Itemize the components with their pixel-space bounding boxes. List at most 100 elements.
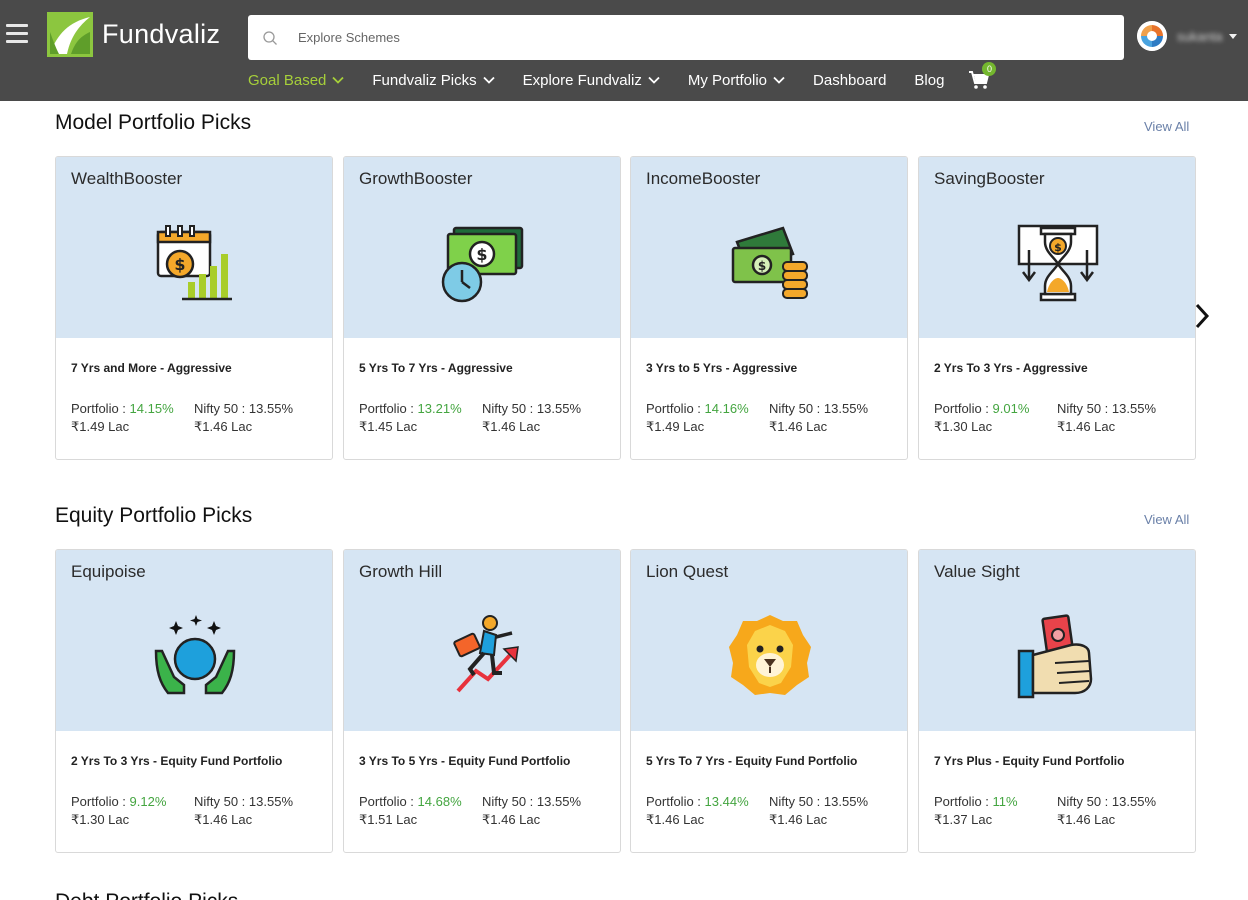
portfolio-stat: Portfolio : 14.68% ₹1.51 Lac bbox=[359, 793, 462, 829]
portfolio-return: 9.12% bbox=[129, 794, 167, 809]
nifty-value: ₹1.46 Lac bbox=[1057, 419, 1116, 434]
card-header: Lion Quest bbox=[631, 550, 907, 731]
portfolio-value: ₹1.51 Lac bbox=[359, 812, 418, 827]
nav-dashboard[interactable]: Dashboard bbox=[813, 72, 886, 89]
portfolio-label: Portfolio : bbox=[646, 401, 705, 416]
card-header: Growth Hill bbox=[344, 550, 620, 731]
card-subtitle: 5 Yrs To 7 Yrs - Aggressive bbox=[359, 361, 513, 375]
portfolio-return: 13.21% bbox=[417, 401, 462, 416]
main-nav: Goal Based Fundvaliz Picks Explore Fundv… bbox=[248, 62, 997, 92]
nav-fundvaliz-picks[interactable]: Fundvaliz Picks bbox=[372, 72, 495, 89]
nifty-value: ₹1.46 Lac bbox=[482, 812, 541, 827]
nifty-return: Nifty 50 : 13.55% bbox=[1057, 401, 1156, 416]
portfolio-return: 13.44% bbox=[704, 794, 749, 809]
nifty-value: ₹1.46 Lac bbox=[194, 812, 253, 827]
svg-text:$: $ bbox=[174, 255, 185, 274]
portfolio-label: Portfolio : bbox=[71, 401, 130, 416]
nifty-stat: Nifty 50 : 13.55% ₹1.46 Lac bbox=[1057, 793, 1156, 829]
portfolio-stat: Portfolio : 9.01% ₹1.30 Lac bbox=[934, 400, 1029, 436]
view-all-model-link[interactable]: View All bbox=[1144, 119, 1189, 134]
cash-coins-icon: $ bbox=[731, 226, 808, 299]
card-title: Growth Hill bbox=[359, 562, 443, 581]
portfolio-card-savingbooster[interactable]: SavingBooster $ 2 Yrs To 3 Yrs - Aggress… bbox=[918, 156, 1196, 460]
brand-logo[interactable]: Fundvaliz bbox=[47, 12, 220, 57]
nifty-return: Nifty 50 : 13.55% bbox=[482, 401, 581, 416]
portfolio-card-growthbooster[interactable]: GrowthBooster $ 5 Yrs To 7 Yrs - Aggress… bbox=[343, 156, 621, 460]
search-bar[interactable] bbox=[248, 15, 1124, 60]
portfolio-return: 14.15% bbox=[129, 401, 174, 416]
portfolio-label: Portfolio : bbox=[646, 794, 705, 809]
card-title: WealthBooster bbox=[71, 169, 183, 188]
nifty-return: Nifty 50 : 13.55% bbox=[769, 794, 868, 809]
search-input[interactable] bbox=[298, 30, 1078, 45]
user-menu[interactable]: sukanta bbox=[1137, 21, 1237, 51]
caret-down-icon bbox=[1228, 33, 1237, 39]
portfolio-value: ₹1.46 Lac bbox=[646, 812, 705, 827]
portfolio-value: ₹1.30 Lac bbox=[71, 812, 130, 827]
portfolio-stat: Portfolio : 14.15% ₹1.49 Lac bbox=[71, 400, 174, 436]
portfolio-label: Portfolio : bbox=[934, 794, 993, 809]
section-title-model-portfolio: Model Portfolio Picks bbox=[55, 111, 252, 134]
nifty-stat: Nifty 50 : 13.55% ₹1.46 Lac bbox=[769, 400, 868, 436]
nifty-stat: Nifty 50 : 13.55% ₹1.46 Lac bbox=[1057, 400, 1156, 436]
card-subtitle: 3 Yrs to 5 Yrs - Aggressive bbox=[646, 361, 798, 375]
nav-explore-fundvaliz[interactable]: Explore Fundvaliz bbox=[523, 72, 660, 89]
cart-count-badge: 0 bbox=[982, 62, 997, 76]
nav-label: Goal Based bbox=[248, 71, 327, 89]
section-title-equity-portfolio: Equity Portfolio Picks bbox=[55, 504, 253, 527]
hamburger-menu-icon[interactable] bbox=[6, 24, 28, 44]
svg-text:$: $ bbox=[476, 245, 487, 264]
card-header: Equipoise bbox=[56, 550, 332, 731]
money-clock-icon: $ bbox=[441, 226, 524, 303]
user-avatar-icon bbox=[1137, 21, 1167, 51]
card-header: IncomeBooster $ bbox=[631, 157, 907, 338]
portfolio-value: ₹1.49 Lac bbox=[646, 419, 705, 434]
nav-goal-based[interactable]: Goal Based bbox=[248, 71, 345, 89]
portfolio-return: 11% bbox=[992, 794, 1018, 809]
portfolio-card-growth-hill[interactable]: Growth Hill 3 Yrs To 5 Yrs - Equity Fund… bbox=[343, 549, 621, 853]
portfolio-value: ₹1.49 Lac bbox=[71, 419, 130, 434]
portfolio-card-lion-quest[interactable]: Lion Quest 5 Yrs To 7 Yrs - Equity Fund … bbox=[630, 549, 908, 853]
portfolio-label: Portfolio : bbox=[359, 794, 418, 809]
nifty-stat: Nifty 50 : 13.55% ₹1.46 Lac bbox=[482, 400, 581, 436]
carousel-next-icon[interactable] bbox=[1193, 302, 1211, 330]
portfolio-card-equipoise[interactable]: Equipoise 2 Yrs To 3 Yrs - Equity Fund P… bbox=[55, 549, 333, 853]
fundvaliz-logo-icon bbox=[47, 12, 93, 57]
portfolio-card-incomebooster[interactable]: IncomeBooster $ 3 Yrs to 5 Yrs - Aggress… bbox=[630, 156, 908, 460]
view-all-equity-link[interactable]: View All bbox=[1144, 512, 1189, 527]
hands-globe-icon bbox=[154, 615, 236, 695]
portfolio-value: ₹1.37 Lac bbox=[934, 812, 993, 827]
user-name: sukanta bbox=[1177, 28, 1223, 44]
portfolio-label: Portfolio : bbox=[934, 401, 993, 416]
portfolio-card-wealthbooster[interactable]: WealthBooster $ 7 Yrs and More - Aggress… bbox=[55, 156, 333, 460]
card-subtitle: 2 Yrs To 3 Yrs - Aggressive bbox=[934, 361, 1088, 375]
nifty-value: ₹1.46 Lac bbox=[769, 419, 828, 434]
card-title: IncomeBooster bbox=[646, 169, 761, 188]
portfolio-label: Portfolio : bbox=[71, 794, 130, 809]
card-subtitle: 3 Yrs To 5 Yrs - Equity Fund Portfolio bbox=[359, 754, 571, 768]
portfolio-stat: Portfolio : 9.12% ₹1.30 Lac bbox=[71, 793, 166, 829]
nav-blog[interactable]: Blog bbox=[914, 72, 944, 89]
nifty-value: ₹1.46 Lac bbox=[769, 812, 828, 827]
nifty-stat: Nifty 50 : 13.55% ₹1.46 Lac bbox=[194, 793, 293, 829]
hand-money-icon bbox=[1017, 614, 1093, 699]
portfolio-card-value-sight[interactable]: Value Sight 7 Yrs Plus - Equity Fund Por… bbox=[918, 549, 1196, 853]
portfolio-return: 14.16% bbox=[704, 401, 749, 416]
nifty-return: Nifty 50 : 13.55% bbox=[482, 794, 581, 809]
card-subtitle: 2 Yrs To 3 Yrs - Equity Fund Portfolio bbox=[71, 754, 283, 768]
card-header: SavingBooster $ bbox=[919, 157, 1195, 338]
equity-portfolio-cards: Equipoise 2 Yrs To 3 Yrs - Equity Fund P… bbox=[55, 549, 1196, 853]
portfolio-stat: Portfolio : 13.21% ₹1.45 Lac bbox=[359, 400, 462, 436]
chevron-down-icon bbox=[648, 76, 660, 84]
nifty-return: Nifty 50 : 13.55% bbox=[1057, 794, 1156, 809]
cart-button[interactable]: 0 bbox=[968, 62, 997, 90]
nifty-stat: Nifty 50 : 13.55% ₹1.46 Lac bbox=[769, 793, 868, 829]
portfolio-stat: Portfolio : 11% ₹1.37 Lac bbox=[934, 793, 1018, 829]
nav-my-portfolio[interactable]: My Portfolio bbox=[688, 72, 785, 89]
portfolio-stat: Portfolio : 13.44% ₹1.46 Lac bbox=[646, 793, 749, 829]
wealth-calendar-chart-icon: $ bbox=[156, 225, 232, 301]
nav-label: My Portfolio bbox=[687, 71, 768, 89]
nav-label: Dashboard bbox=[813, 71, 887, 89]
climbing-man-icon bbox=[453, 615, 519, 693]
brand-name: Fundvaliz bbox=[102, 19, 221, 49]
